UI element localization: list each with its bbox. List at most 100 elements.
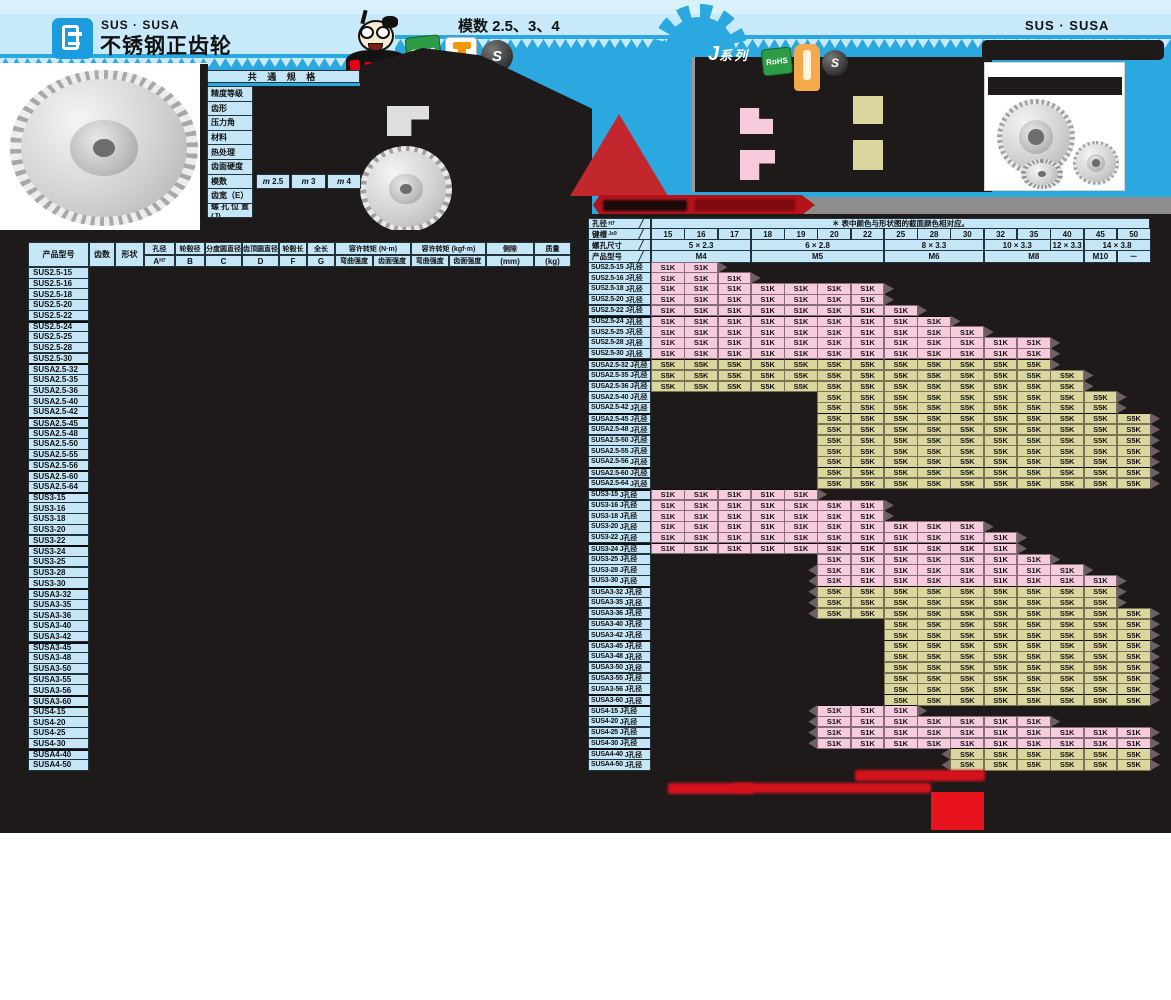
grade-cell: S5K (917, 370, 951, 381)
grade-cell: S1K (817, 727, 851, 738)
grade-cell: S5K (917, 619, 951, 630)
grade-cell: S1K (917, 326, 951, 337)
grade-cell: S5K (950, 402, 984, 413)
vest-icon (794, 44, 820, 91)
grade-cell: S5K (1017, 597, 1051, 608)
grade-cell: S5K (1017, 662, 1051, 673)
grade-cell: S1K (851, 305, 885, 316)
grade-cell: S5K (950, 391, 984, 402)
grade-cell: S1K (751, 510, 785, 521)
grade-cell: S1K (884, 532, 918, 543)
grade-cell: S5K (950, 435, 984, 446)
grade-cell: S5K (1050, 597, 1084, 608)
matrix-row-label: SUS2.5-24 J孔径 (588, 316, 651, 327)
grade-cell: S5K (884, 586, 918, 597)
matrix-row-label: SUSA2.5-55 J孔径 (588, 445, 651, 456)
grade-cell: S1K (984, 727, 1018, 738)
grade-cell: S5K (984, 608, 1018, 619)
grade-cell: S1K (851, 294, 885, 305)
section-shape-khaki (853, 96, 883, 124)
grade-cell: S1K (884, 348, 918, 359)
grade-cell: S1K (751, 543, 785, 554)
grade-cell: S1K (851, 543, 885, 554)
grade-cell: S1K (817, 532, 851, 543)
grade-cell: S5K (1117, 619, 1151, 630)
grade-cell: S5K (950, 381, 984, 392)
large-gear-photo (10, 70, 198, 226)
grade-cell: S1K (751, 326, 785, 337)
grade-cell: S5K (1084, 456, 1118, 467)
matrix-row-label: SUSA2.5-48 J孔径 (588, 424, 651, 435)
grade-cell: S1K (984, 564, 1018, 575)
grade-cell: S1K (950, 554, 984, 565)
grade-cell: S1K (684, 510, 718, 521)
grade-cell: S5K (984, 478, 1018, 489)
grade-cell: S5K (1084, 467, 1118, 478)
grade-cell: S5K (651, 381, 685, 392)
grade-cell: S1K (751, 348, 785, 359)
grade-cell: S1K (851, 326, 885, 337)
grade-cell: S5K (1017, 391, 1051, 402)
grade-cell: S5K (984, 586, 1018, 597)
grade-cell: S5K (1117, 748, 1151, 759)
col-header-top: 轮毂径 (175, 242, 205, 255)
grade-cell: S1K (684, 489, 718, 500)
grade-cell: S5K (884, 424, 918, 435)
grade-cell: S5K (884, 608, 918, 619)
grade-cell: S1K (817, 738, 851, 749)
matrix-row-label: SUS2.5-25 J孔径 (588, 326, 651, 337)
col-header: 齿数 (89, 242, 115, 267)
grade-cell: S5K (1017, 748, 1051, 759)
grade-cell: S1K (851, 716, 885, 727)
grade-cell: S1K (1017, 716, 1051, 727)
grade-cell: S5K (1050, 662, 1084, 673)
grade-cell: S5K (1050, 445, 1084, 456)
grade-cell: S5K (917, 629, 951, 640)
grade-cell: S5K (1084, 478, 1118, 489)
grade-cell: S1K (917, 738, 951, 749)
grade-cell: S5K (1084, 424, 1118, 435)
matrix-row-label: SUS3-30 J孔径 (588, 575, 651, 586)
grade-cell: S1K (884, 305, 918, 316)
grade-cell: S5K (984, 673, 1018, 684)
grade-cell: S5K (984, 651, 1018, 662)
grade-cell: S1K (917, 348, 951, 359)
top-strip (0, 0, 1171, 14)
grade-cell: S5K (1084, 402, 1118, 413)
grade-cell: S5K (1017, 467, 1051, 478)
grade-cell: S1K (950, 532, 984, 543)
grade-cell: S5K (884, 694, 918, 705)
grade-cell: S5K (950, 748, 984, 759)
grade-cell: S1K (950, 521, 984, 532)
grade-cell: S5K (817, 391, 851, 402)
grade-cell: S1K (950, 348, 984, 359)
grade-cell: S5K (917, 694, 951, 705)
grade-cell: S1K (817, 316, 851, 327)
grade-cell: S1K (751, 500, 785, 511)
grade-cell: S5K (984, 445, 1018, 456)
matrix-row-label: SUSA2.5-45 J孔径 (588, 413, 651, 424)
grade-cell: S1K (1084, 575, 1118, 586)
grade-cell: S1K (984, 575, 1018, 586)
grade-cell: S1K (718, 283, 752, 294)
grade-cell: S1K (950, 326, 984, 337)
grade-cell: S5K (950, 456, 984, 467)
grade-cell: S1K (1084, 727, 1118, 738)
grade-cell: S1K (884, 727, 918, 738)
grade-cell: S1K (950, 727, 984, 738)
grade-cell: S5K (917, 413, 951, 424)
tap-size-cell: M8 (984, 250, 1084, 263)
grade-cell: S5K (1084, 759, 1118, 770)
grade-cell: S5K (917, 424, 951, 435)
grade-cell: S5K (1050, 370, 1084, 381)
grade-cell: S5K (1084, 683, 1118, 694)
grade-cell: S5K (1050, 651, 1084, 662)
grade-cell: S1K (718, 294, 752, 305)
grade-cell: S5K (884, 402, 918, 413)
doc-gear-icon (52, 18, 93, 59)
grade-cell: S1K (984, 738, 1018, 749)
grade-cell: S1K (751, 532, 785, 543)
grade-cell: S5K (917, 608, 951, 619)
grade-cell: S5K (817, 359, 851, 370)
section-shape-khaki (853, 140, 883, 170)
